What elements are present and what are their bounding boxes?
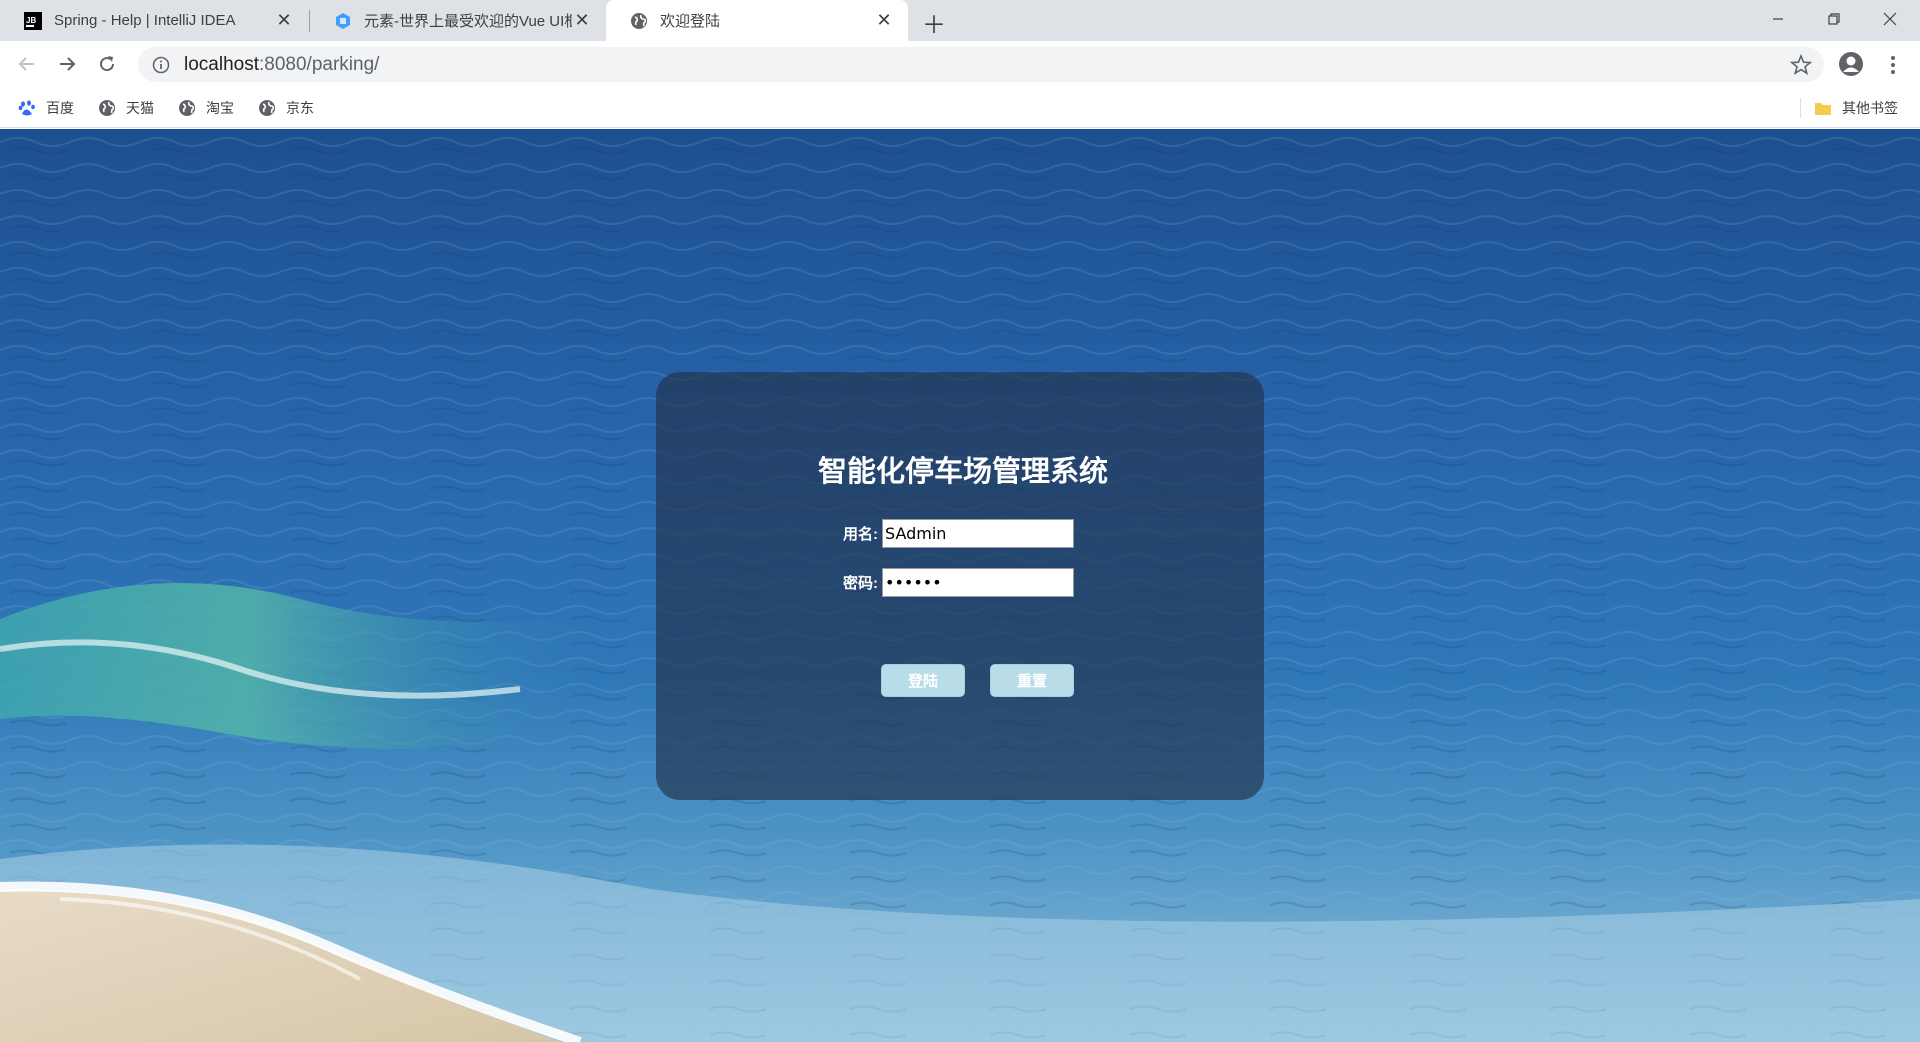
bookmark-taobao[interactable]: 淘宝	[178, 96, 234, 120]
bookmark-label: 其他书签	[1842, 100, 1898, 116]
globe-icon	[179, 100, 195, 116]
element-ui-icon	[334, 12, 352, 30]
password-label: 密码:	[843, 574, 878, 592]
bookmarks-bar: 百度 天猫 淘宝 京东 其他书签	[0, 88, 1920, 128]
browser-toolbar: localhost:8080/parking/	[0, 41, 1920, 88]
globe-icon	[630, 12, 648, 30]
tab-title: 元素-世界上最受欢迎的Vue UI框	[364, 13, 572, 30]
tab-login-active[interactable]: 欢迎登陆 ✕	[606, 0, 908, 41]
tab-strip: JB Spring - Help | IntelliJ IDEA ✕ 元素-世界…	[0, 0, 1920, 41]
forward-arrow-icon	[60, 57, 76, 71]
forward-button[interactable]	[52, 49, 82, 79]
close-tab-icon[interactable]: ✕	[874, 10, 894, 31]
bookmarks-divider	[1800, 98, 1801, 118]
login-button[interactable]: 登陆	[881, 664, 965, 697]
username-input[interactable]	[882, 518, 1074, 548]
username-label: 用名:	[843, 525, 878, 543]
tab-title: Spring - Help | IntelliJ IDEA	[54, 12, 236, 29]
info-icon	[152, 56, 170, 73]
system-title: 智能化停车场管理系统	[817, 456, 1108, 488]
minimize-icon[interactable]	[1750, 0, 1806, 38]
bookmark-label: 百度	[46, 100, 74, 116]
bookmark-label: 天猫	[126, 100, 154, 116]
page-viewport: 智能化停车场管理系统 用名: 密码: 登陆 重置	[0, 129, 1920, 1042]
reload-icon	[100, 56, 115, 72]
profile-avatar-icon[interactable]	[1838, 51, 1864, 77]
bookmark-label: 京东	[286, 100, 314, 116]
reload-button[interactable]	[92, 49, 122, 79]
baidu-paw-icon	[18, 100, 35, 116]
folder-icon	[1815, 103, 1831, 115]
chrome-menu-icon[interactable]	[1880, 52, 1906, 78]
back-button[interactable]	[12, 49, 42, 79]
bookmark-tmall[interactable]: 天猫	[98, 96, 154, 120]
login-panel: 智能化停车场管理系统 用名: 密码: 登陆 重置	[656, 372, 1264, 800]
close-window-icon[interactable]	[1862, 0, 1918, 38]
bookmark-baidu[interactable]: 百度	[18, 96, 74, 120]
url-text: localhost:8080/parking/	[184, 53, 380, 75]
password-input[interactable]	[882, 567, 1074, 597]
bookmark-star-icon[interactable]	[1790, 54, 1812, 76]
username-row: 用名:	[830, 518, 1074, 548]
restore-icon[interactable]	[1806, 0, 1862, 38]
address-bar[interactable]: localhost:8080/parking/	[138, 47, 1824, 82]
new-tab-button[interactable]: ＋	[920, 8, 948, 39]
svg-text:JB: JB	[26, 16, 36, 25]
close-tab-icon[interactable]: ✕	[274, 10, 294, 31]
globe-icon	[99, 100, 115, 116]
close-tab-icon[interactable]: ✕	[572, 10, 592, 31]
back-arrow-icon	[18, 57, 34, 71]
globe-icon	[259, 100, 275, 116]
other-bookmarks[interactable]: 其他书签	[1814, 96, 1898, 120]
bookmark-label: 淘宝	[206, 100, 234, 116]
tab-intellij[interactable]: JB Spring - Help | IntelliJ IDEA ✕	[0, 0, 308, 41]
tab-title: 欢迎登陆	[660, 13, 721, 30]
tab-element-ui[interactable]: 元素-世界上最受欢迎的Vue UI框 ✕	[310, 0, 606, 41]
bookmark-jd[interactable]: 京东	[258, 96, 314, 120]
reset-button[interactable]: 重置	[990, 664, 1074, 697]
intellij-icon: JB	[24, 11, 42, 30]
password-row: 密码:	[830, 567, 1074, 597]
